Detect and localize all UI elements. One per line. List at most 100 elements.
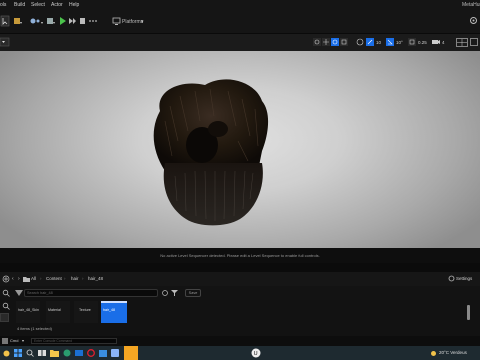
platforms-button[interactable]: Platforms (122, 16, 143, 28)
more-options-icon[interactable] (88, 17, 98, 25)
store-icon[interactable] (99, 349, 107, 357)
svg-text:▾: ▾ (53, 20, 55, 25)
select-tool-icon[interactable] (313, 38, 321, 46)
asset-label: Texture (79, 308, 91, 312)
svg-text:U: U (254, 351, 258, 357)
save-search-label: Save (188, 291, 198, 295)
menu-help[interactable]: Help (69, 0, 79, 10)
svg-text:▾: ▾ (41, 20, 43, 25)
level-viewport[interactable] (0, 51, 480, 248)
content-settings-button[interactable]: Settings (456, 272, 472, 286)
rotation-snap-icon[interactable] (386, 38, 394, 46)
content-status: 4 items (1 selected) (17, 326, 52, 331)
search-box[interactable]: Search hair_48 (24, 289, 158, 297)
camera-speed-value[interactable]: 4 (442, 34, 445, 51)
grid-snap-value[interactable]: 10 (376, 34, 381, 51)
sequencer-message: No active Level Sequencer detected. Plea… (0, 248, 480, 263)
breadcrumb-separator: › (82, 276, 84, 281)
collections-toggle[interactable] (0, 313, 9, 322)
select-mode-icon[interactable] (0, 15, 10, 27)
project-name: MetaHum (462, 2, 480, 8)
menu-tools[interactable]: ols (0, 0, 6, 10)
rotate-tool-icon[interactable] (331, 38, 339, 46)
breadcrumb-separator: › (40, 276, 42, 281)
windows-start-icon[interactable] (14, 349, 22, 357)
viewport-toolbar: 10 10° 0.25 4 (0, 34, 480, 51)
platforms-dropdown-icon[interactable]: ▾ (141, 16, 144, 28)
cmd-dropdown[interactable]: Cmd (10, 336, 18, 346)
content-browser-search-row: Search hair_48 Save (0, 286, 480, 300)
file-explorer-icon[interactable] (50, 349, 59, 357)
camera-speed-icon[interactable] (432, 38, 440, 46)
settings-icon[interactable] (469, 16, 478, 25)
sources-toggle-icon[interactable] (15, 290, 23, 296)
filter-search-icon[interactable] (2, 302, 10, 310)
skip-icon[interactable] (68, 16, 77, 26)
browser-icon[interactable] (63, 349, 71, 357)
menu-build[interactable]: Build (14, 0, 25, 10)
maximize-icon[interactable] (470, 38, 478, 47)
play-icon[interactable] (58, 16, 67, 26)
asset-tile[interactable]: Material (46, 301, 70, 323)
scale-snap-value[interactable]: 0.25 (418, 34, 427, 51)
opera-icon[interactable] (87, 349, 95, 357)
add-content-icon[interactable]: ▾ (13, 17, 23, 25)
menu-actor[interactable]: Actor (51, 0, 63, 10)
active-app-indicator[interactable] (124, 346, 138, 360)
taskbar-search-icon[interactable] (26, 349, 34, 357)
filter-icon[interactable] (171, 289, 181, 297)
content-browser-header: ‹ › All › Content › hair › hair_48 Setti… (0, 272, 480, 286)
weather-widget-icon[interactable] (2, 349, 11, 358)
mail-icon[interactable] (75, 349, 83, 357)
rotation-snap-value[interactable]: 10° (396, 34, 403, 51)
asset-label: Material (48, 308, 61, 312)
asset-label: hair_48_Skin (18, 308, 39, 312)
svg-text:▾: ▾ (20, 20, 22, 25)
add-icon[interactable] (2, 275, 10, 283)
status-bar: Cmd ▾ Enter Console Command (0, 336, 480, 346)
breadcrumb-separator: › (64, 276, 66, 281)
console-input[interactable]: Enter Console Command (31, 338, 117, 344)
os-taskbar: U 20°C Verdeus (0, 346, 480, 360)
menu-bar: ols Build Select Actor Help MetaHum (0, 0, 480, 10)
settings-gear-icon[interactable] (448, 275, 455, 282)
content-scrollbar[interactable] (467, 305, 470, 320)
cmd-dropdown-icon[interactable]: ▾ (22, 336, 24, 346)
layout-icon[interactable] (456, 38, 468, 47)
main-toolbar: ▾ ▾ ▾ Platforms ▾ (0, 10, 480, 34)
weather-icon (431, 351, 436, 356)
menu-select[interactable]: Select (31, 0, 45, 10)
breadcrumb-hair-48[interactable]: hair_48 (88, 272, 103, 286)
save-search-button[interactable]: Save (185, 289, 201, 297)
search-placeholder: Search hair_48 (27, 291, 53, 295)
surface-snap-icon[interactable] (366, 38, 374, 46)
cinematics-icon[interactable]: ▾ (46, 17, 56, 25)
breadcrumb-all[interactable]: All (31, 272, 36, 286)
console-icon (2, 338, 8, 344)
panel-divider[interactable] (0, 263, 480, 272)
sequencer-message-text: No active Level Sequencer detected. Plea… (160, 253, 320, 258)
unreal-engine-icon[interactable]: U (251, 348, 261, 358)
stop-icon[interactable] (78, 16, 87, 26)
scale-snap-icon[interactable] (408, 38, 416, 46)
asset-tile[interactable]: Texture (74, 301, 98, 323)
asset-tile-selected[interactable]: hair_48 (101, 301, 127, 323)
blueprint-icon[interactable]: ▾ (29, 17, 45, 25)
breadcrumb-content[interactable]: Content (46, 272, 62, 286)
search-settings-icon[interactable] (161, 289, 169, 297)
scale-tool-icon[interactable] (340, 38, 348, 46)
breadcrumb-hair[interactable]: hair (71, 272, 79, 286)
back-icon[interactable]: ‹ (12, 272, 14, 286)
weather-text[interactable]: 20°C Verdeus (439, 346, 467, 360)
folder-icon (23, 277, 30, 282)
world-space-icon[interactable] (356, 38, 364, 46)
viewport-options-icon[interactable] (0, 37, 10, 47)
search-icon[interactable] (2, 289, 10, 297)
asset-tile[interactable]: hair_48_Skin (16, 301, 40, 323)
hair-mesh-render (153, 79, 269, 226)
task-view-icon[interactable] (38, 349, 46, 357)
content-browser-assets: hair_48_Skin Material Texture hair_48 4 … (0, 300, 480, 336)
platforms-icon[interactable] (112, 17, 121, 26)
forward-icon[interactable]: › (18, 272, 20, 286)
app-icon[interactable] (111, 349, 119, 357)
